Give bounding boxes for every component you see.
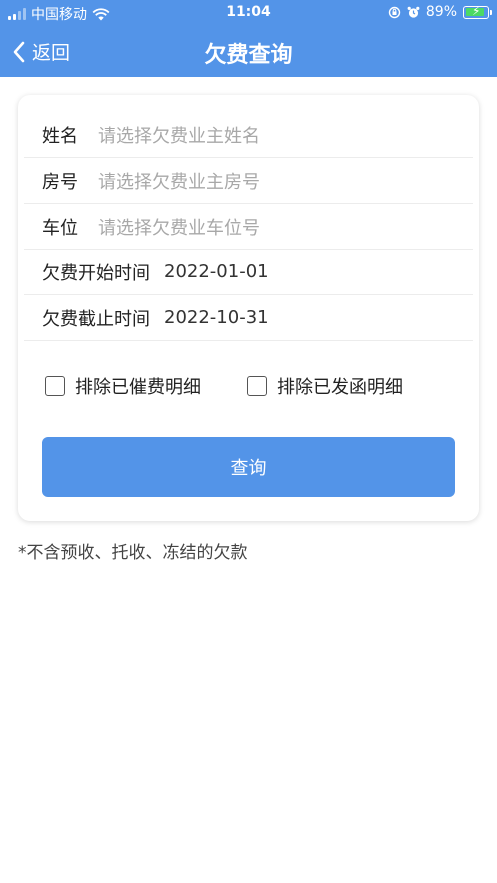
name-label: 姓名 bbox=[42, 125, 78, 147]
query-card: 姓名 请选择欠费业主姓名 房号 请选择欠费业主房号 车位 请选择欠费业车位号 欠… bbox=[18, 95, 479, 521]
status-bar: 中国移动 11:04 89% ⚡ bbox=[0, 0, 497, 26]
footnote: *不含预收、托收、冻结的欠款 bbox=[18, 543, 248, 563]
parking-label: 车位 bbox=[42, 217, 78, 239]
status-right: 89% ⚡ bbox=[388, 4, 492, 20]
battery-percent: 89% bbox=[425, 4, 457, 20]
name-row[interactable]: 姓名 请选择欠费业主姓名 bbox=[24, 112, 473, 158]
page-title: 欠费查询 bbox=[204, 43, 293, 68]
nav-bar: 返回 欠费查询 bbox=[0, 26, 497, 77]
battery-charging-icon: ⚡ bbox=[463, 4, 492, 19]
name-field[interactable]: 请选择欠费业主姓名 bbox=[98, 122, 260, 148]
parking-field[interactable]: 请选择欠费业车位号 bbox=[98, 214, 260, 240]
parking-row[interactable]: 车位 请选择欠费业车位号 bbox=[24, 204, 473, 250]
exclude-urged-label: 排除已催费明细 bbox=[75, 377, 201, 398]
end-date-label: 欠费截止时间 bbox=[42, 308, 150, 330]
start-date-label: 欠费开始时间 bbox=[42, 262, 150, 284]
end-date-row[interactable]: 欠费截止时间 2022-10-31 bbox=[24, 295, 473, 341]
exclude-urged-checkbox[interactable]: 排除已催费明细 bbox=[45, 373, 201, 399]
room-label: 房号 bbox=[42, 171, 78, 193]
checkbox-icon[interactable] bbox=[247, 376, 267, 396]
rotation-lock-icon bbox=[388, 6, 401, 18]
room-row[interactable]: 房号 请选择欠费业主房号 bbox=[24, 158, 473, 204]
header: 中国移动 11:04 89% ⚡ 返回 欠费查询 bbox=[0, 0, 497, 77]
exclude-letter-checkbox[interactable]: 排除已发函明细 bbox=[247, 373, 403, 399]
exclude-letter-label: 排除已发函明细 bbox=[277, 377, 403, 398]
checkbox-icon[interactable] bbox=[45, 376, 65, 396]
query-button[interactable]: 查询 bbox=[42, 437, 455, 497]
start-date-field[interactable]: 2022-01-01 bbox=[164, 261, 269, 282]
start-date-row[interactable]: 欠费开始时间 2022-01-01 bbox=[24, 249, 473, 295]
end-date-field[interactable]: 2022-10-31 bbox=[164, 307, 269, 328]
room-field[interactable]: 请选择欠费业主房号 bbox=[98, 168, 260, 194]
alarm-icon bbox=[407, 6, 420, 18]
